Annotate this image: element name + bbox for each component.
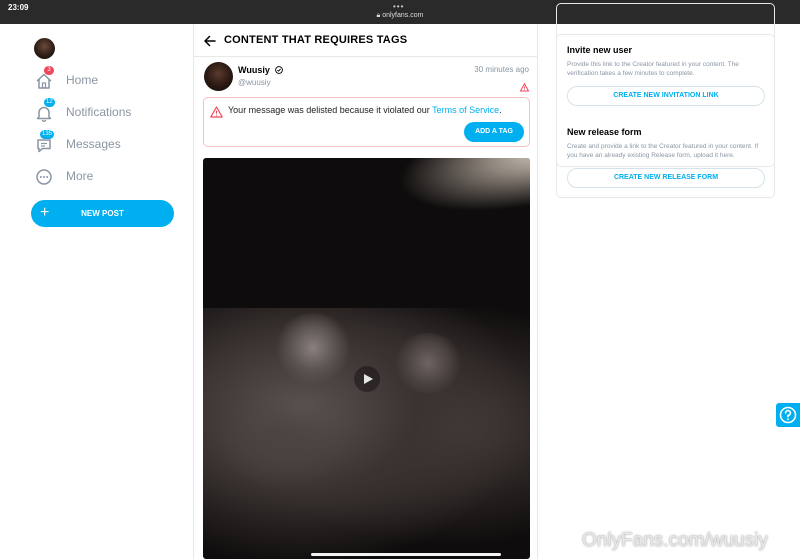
post-header: Wuusiy @wuusiy 30 minutes ago [194,57,537,95]
new-post-button[interactable]: + NEW POST [31,200,174,227]
home-icon: 3 [35,66,54,90]
sidebar-item-label: Notifications [66,105,132,119]
post-author-avatar[interactable] [204,62,233,91]
alert-warning-icon [210,105,223,118]
sidebar-item-messages[interactable]: 135 Messages [35,130,121,156]
main-column: CONTENT THAT REQUIRES TAGS Wuusiy @wuusi… [193,24,538,559]
tagging-panel: Invite new user Provide this link to the… [556,34,775,198]
avatar[interactable] [34,38,55,59]
home-indicator[interactable] [311,553,501,556]
alert-message: Your message was delisted because it vio… [228,105,502,115]
invite-title: Invite new user [567,45,633,55]
video-frame-light [373,158,530,250]
video-frame-shape [393,333,463,393]
verified-icon [275,66,284,74]
create-invitation-link-button[interactable]: CREATE NEW INVITATION LINK [567,86,765,106]
page-title: CONTENT THAT REQUIRES TAGS [224,34,408,46]
play-button[interactable] [354,366,380,392]
messages-badge: 135 [40,130,55,139]
post-timestamp: 30 minutes ago [474,65,529,74]
window-dots[interactable]: ••• [393,2,404,11]
post-author-name[interactable]: Wuusiy [238,65,284,75]
more-circle-icon [35,168,53,186]
sidebar-item-label: Messages [66,137,121,151]
sidebar-item-home[interactable]: 3 Home [35,66,98,92]
warning-icon [519,79,530,92]
terms-of-service-link[interactable]: Terms of Service [432,105,499,115]
url-text: onlyfans.com [382,12,424,19]
author-name-text: Wuusiy [238,65,270,75]
sidebar-item-label: Home [66,73,99,87]
video-frame-shape [273,313,353,383]
new-post-label: NEW POST [81,209,124,218]
page-header: CONTENT THAT REQUIRES TAGS [194,24,537,57]
release-title: New release form [567,127,642,137]
sidebar-item-label: More [66,169,94,183]
clock: 23:09 [8,3,29,12]
release-description: Create and provide a link to the Creator… [567,143,759,159]
video-frame-shape [213,398,353,488]
alert-suffix: . [499,105,502,115]
status-bar: 23:09 ••• 🔒︎ onlyfans.com ➤ ◔ 93% [0,0,800,167]
lock-icon: 🔒︎ [376,12,381,19]
post-author-handle[interactable]: @wuusiy [238,78,271,87]
sidebar-item-notifications[interactable]: 12 Notifications [35,98,131,124]
notifications-badge: 12 [44,98,55,107]
sidebar: 3 Home 12 Notifications 135 Messages Mor… [0,24,193,559]
help-icon [779,406,797,424]
sidebar-item-more[interactable]: More [35,166,93,188]
back-arrow-icon[interactable] [204,34,216,47]
add-tag-button[interactable]: ADD A TAG [464,122,524,142]
create-release-form-button[interactable]: CREATE NEW RELEASE FORM [567,168,765,188]
invite-description: Provide this link to the Creator feature… [567,61,739,77]
help-button[interactable] [776,403,800,427]
video-player[interactable] [203,158,530,559]
play-icon [364,374,373,384]
home-badge: 3 [44,66,54,75]
chat-icon: 135 [35,130,55,154]
alert-text: Your message was delisted because it vio… [228,105,433,115]
bell-icon: 12 [35,98,55,122]
watermark: OnlyFans.com/wuusiy [582,530,768,551]
delisted-alert: Your message was delisted because it vio… [203,97,530,147]
